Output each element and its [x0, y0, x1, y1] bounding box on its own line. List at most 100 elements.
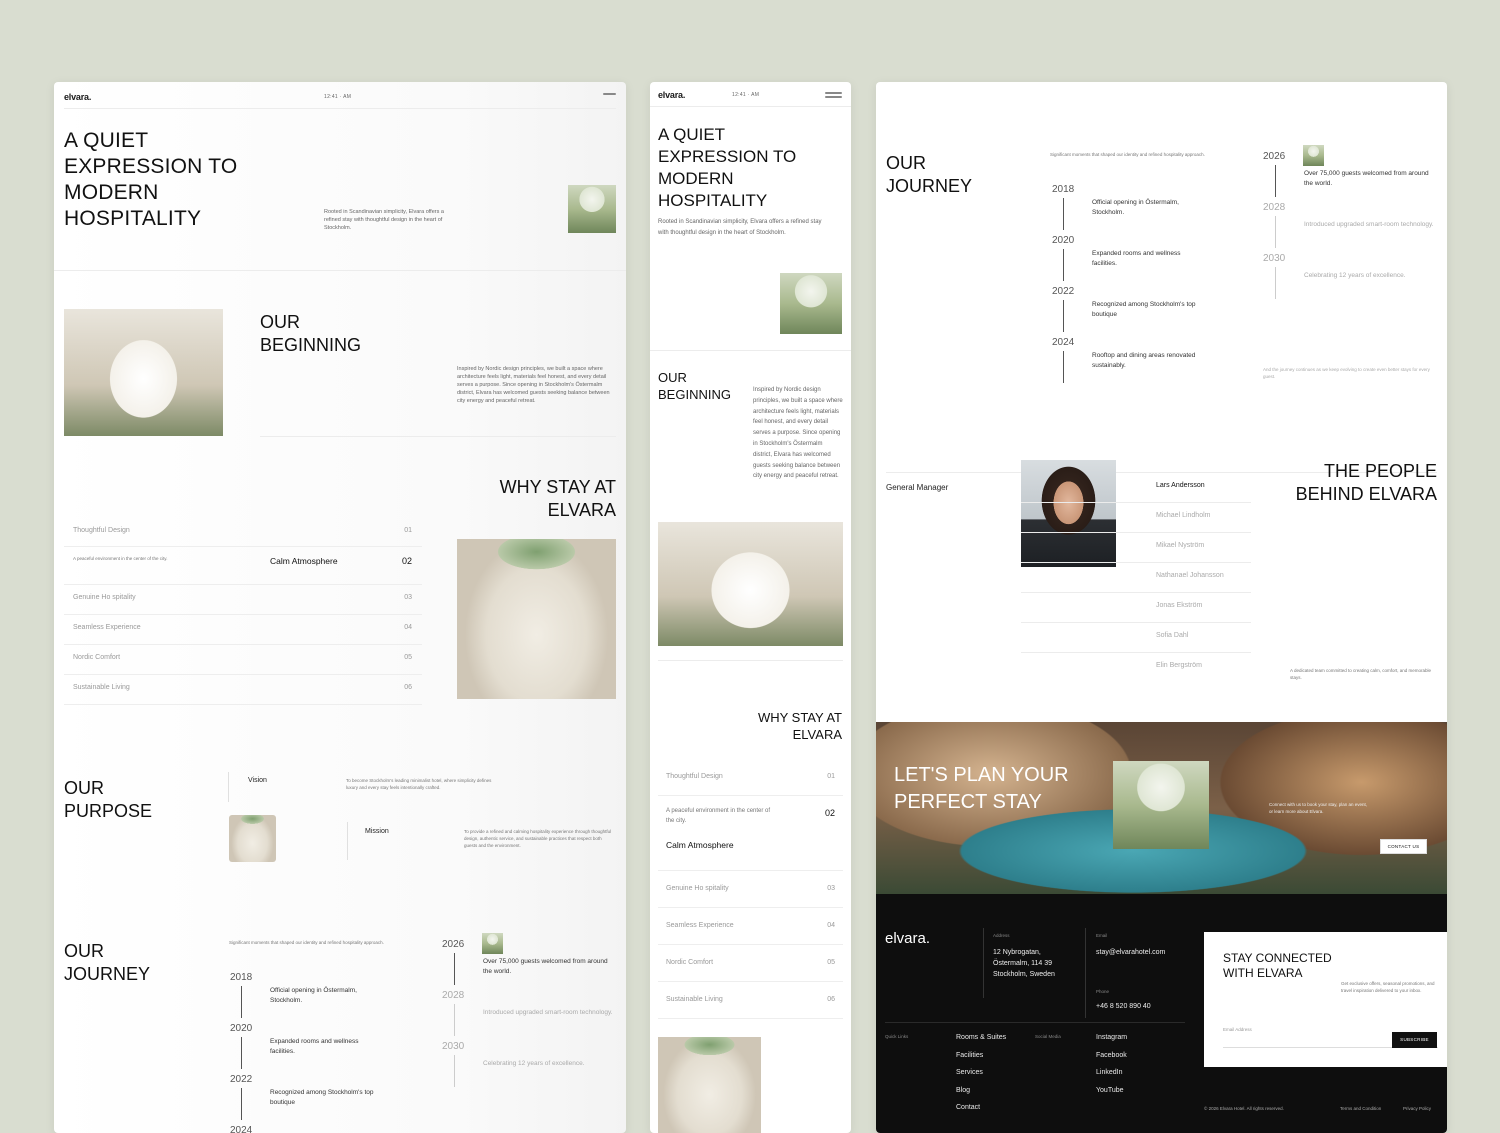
future-year: 2026: [442, 939, 465, 950]
why-item-desc: A peaceful environment in the center of …: [73, 556, 168, 561]
quick-link[interactable]: Facilities: [956, 1052, 983, 1059]
team-member-name[interactable]: Elin Bergström: [1156, 662, 1202, 669]
quick-link[interactable]: Contact: [956, 1104, 980, 1111]
timeline-line: [1275, 165, 1276, 197]
team-member-name[interactable]: Michael Lindholm: [1156, 512, 1210, 519]
vision-text: To become Stockholm's leading minimalist…: [346, 778, 492, 790]
why-item-mobile[interactable]: A peaceful environment in the center of …: [658, 796, 843, 871]
timeline-line: [1275, 267, 1276, 299]
why-item-label: Nordic Comfort: [73, 654, 121, 661]
hero-image: [568, 185, 616, 233]
why-item-mobile[interactable]: Thoughtful Design 01: [658, 759, 843, 796]
terms-link[interactable]: Terms and Condition: [1340, 1106, 1381, 1111]
footer-logo[interactable]: elvara.: [885, 930, 930, 947]
team-member-name[interactable]: Jonas Ekström: [1156, 602, 1202, 609]
hero-title: A QUIET EXPRESSION TO MODERN HOSPITALITY: [64, 129, 238, 230]
brand-logo[interactable]: elvara.: [64, 92, 91, 102]
phone-link[interactable]: +46 8 520 890 40: [1096, 1003, 1151, 1010]
hamburger-icon[interactable]: [825, 92, 842, 98]
email-label: Email: [1096, 933, 1108, 938]
social-link[interactable]: Instagram: [1096, 1034, 1127, 1041]
milestone-text: Recognized among Stockholm's top boutiqu…: [270, 1089, 374, 1106]
address-label: Address: [993, 933, 1010, 938]
why-item[interactable]: Genuine Ho spitality 03: [64, 585, 422, 615]
contact-us-button[interactable]: CONTACT US: [1380, 839, 1427, 854]
future-year: 2026: [1263, 151, 1286, 162]
why-item-label: Calm Atmosphere: [270, 556, 338, 566]
milestone-text: Official opening in Östermalm, Stockholm…: [270, 987, 357, 1004]
team-member-name[interactable]: Lars Andersson: [1156, 482, 1205, 489]
beginning-image-mobile: [658, 522, 843, 646]
quick-link[interactable]: Blog: [956, 1087, 970, 1094]
milestone-year: 2022: [1052, 286, 1075, 297]
why-item-number: 04: [404, 624, 412, 631]
privacy-link[interactable]: Privacy Policy: [1403, 1106, 1431, 1111]
why-item-mobile[interactable]: Genuine Ho spitality 03: [658, 871, 843, 908]
why-item-desc: A peaceful environment in the center of …: [666, 808, 771, 824]
why-title: WHY STAY AT ELVARA: [499, 477, 616, 520]
hero-image-mobile: [780, 273, 842, 334]
why-item-mobile[interactable]: Nordic Comfort 05: [658, 945, 843, 982]
team-member-name[interactable]: Sofia Dahl: [1156, 632, 1188, 639]
purpose-title: OUR PURPOSE: [64, 778, 153, 821]
quick-link[interactable]: Services: [956, 1069, 983, 1076]
why-item-mobile[interactable]: Sustainable Living 06: [658, 982, 843, 1019]
why-item[interactable]: Seamless Experience 04: [64, 615, 422, 645]
why-item-mobile[interactable]: Seamless Experience 04: [658, 908, 843, 945]
newsletter-text: Get exclusive offers, seasonal promotion…: [1341, 981, 1435, 993]
clock-text-mobile: 12:41 · AM: [732, 92, 760, 98]
journey-intro: Significant moments that shaped our iden…: [229, 940, 384, 945]
vision-label: Vision: [248, 777, 267, 784]
copyright-text: © 2026 Elvara Hotel. All rights reserved…: [1204, 1106, 1284, 1111]
timeline-line: [241, 1037, 242, 1069]
divider: [1021, 502, 1251, 503]
why-item-label: Sustainable Living: [666, 996, 723, 1003]
subscribe-button[interactable]: SUBSCRIBE: [1392, 1032, 1437, 1048]
people-title: THE PEOPLE BEHIND ELVARA: [1295, 461, 1437, 504]
team-member-name[interactable]: Mikael Nyström: [1156, 542, 1204, 549]
milestone-year: 2024: [1052, 337, 1075, 348]
social-link[interactable]: YouTube: [1096, 1087, 1124, 1094]
why-item-number: 01: [827, 773, 835, 780]
why-item-number: 01: [404, 527, 412, 534]
social-link[interactable]: Facebook: [1096, 1052, 1127, 1059]
why-item-label: Calm Atmosphere: [666, 840, 734, 850]
milestone-text: Expanded rooms and wellness facilities.: [1092, 250, 1181, 267]
quick-links-label: Quick Links: [885, 1034, 909, 1039]
role-label: General Manager: [886, 483, 949, 492]
email-input[interactable]: Email Address: [1223, 1026, 1383, 1033]
why-item-label: Sustainable Living: [73, 684, 130, 691]
beginning-text: Inspired by Nordic design principles, we…: [457, 366, 610, 404]
why-item[interactable]: Thoughtful Design 01: [64, 518, 422, 547]
why-item-number: 02: [401, 556, 412, 566]
social-link[interactable]: LinkedIn: [1096, 1069, 1122, 1076]
milestone-text: Official opening in Östermalm, Stockholm…: [1092, 199, 1179, 216]
why-item[interactable]: Nordic Comfort 05: [64, 645, 422, 675]
menu-icon[interactable]: [603, 93, 616, 95]
purpose-image: [229, 815, 276, 862]
brand-logo-mobile[interactable]: elvara.: [658, 90, 685, 100]
email-link[interactable]: stay@elvarahotel.com: [1096, 947, 1166, 958]
milestone-year: 2020: [1052, 235, 1075, 246]
desktop-page-continued-panel: OUR JOURNEY Significant moments that sha…: [876, 82, 1447, 1133]
why-item[interactable]: A peaceful environment in the center of …: [64, 547, 422, 585]
why-item[interactable]: Sustainable Living 06: [64, 675, 422, 705]
social-label: Social Media: [1035, 1034, 1061, 1039]
timeline-line: [1275, 216, 1276, 248]
why-item-number: 02: [824, 808, 835, 818]
timeline-line: [1063, 249, 1064, 281]
divider: [1021, 592, 1251, 593]
team-member-name[interactable]: Nathanael Johansson: [1156, 572, 1224, 579]
journey-outro: And the journey continues as we keep evo…: [1263, 367, 1430, 379]
future-year: 2028: [1263, 202, 1286, 213]
why-image-mobile: [658, 1037, 761, 1133]
address-text: 12 Nybrogatan, Östermalm, 114 39 Stockho…: [993, 949, 1055, 978]
timeline-line: [1063, 300, 1064, 332]
why-item-number: 05: [404, 654, 412, 661]
why-item-label: Genuine Ho spitality: [666, 885, 729, 892]
plan-text: Connect with us to book your stay, plan …: [1269, 802, 1367, 814]
quick-link[interactable]: Rooms & Suites: [956, 1034, 1006, 1041]
newsletter-title: STAY CONNECTED WITH ELVARA: [1223, 951, 1332, 980]
journey-title: OUR JOURNEY: [64, 941, 151, 984]
journey-thumbnail: [482, 933, 503, 954]
